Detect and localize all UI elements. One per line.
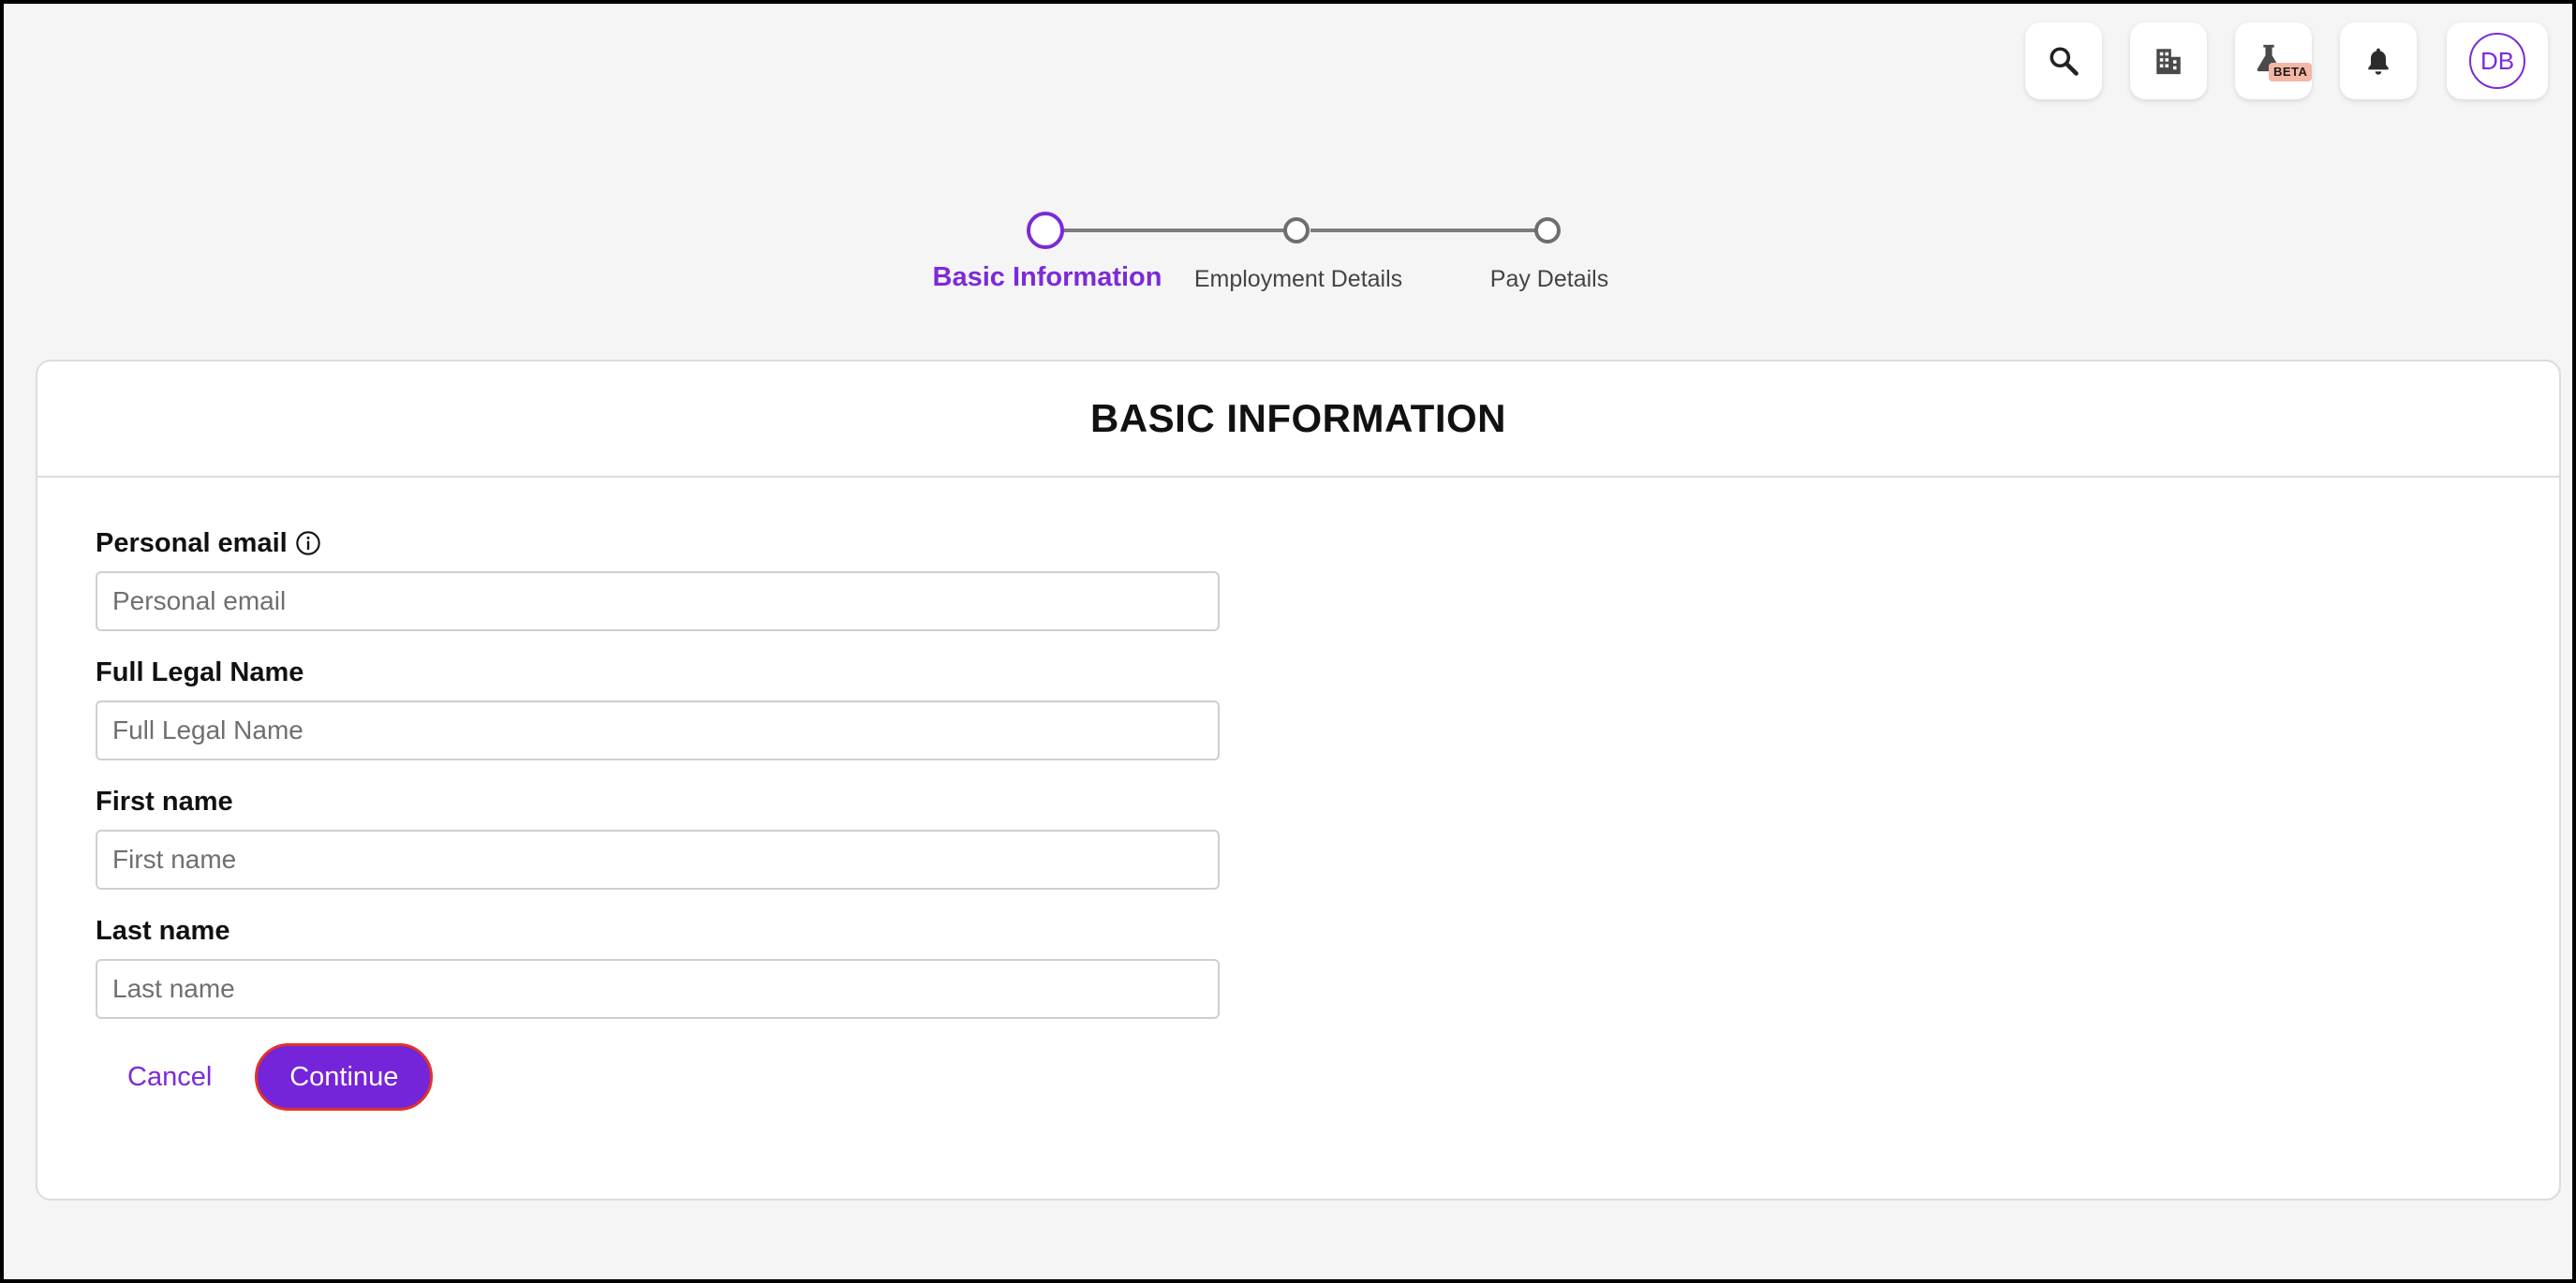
last-name-field-group: Last name (96, 914, 1220, 1019)
company-button[interactable] (2130, 22, 2207, 99)
avatar: DB (2469, 33, 2525, 89)
labs-button[interactable]: BETA (2235, 22, 2313, 99)
last-name-input[interactable] (96, 959, 1220, 1019)
info-icon[interactable] (295, 530, 321, 556)
personal-email-label: Personal email (96, 526, 1220, 560)
personal-email-input[interactable] (96, 571, 1220, 631)
page-title: BASIC INFORMATION (1089, 396, 1507, 440)
card-header: BASIC INFORMATION (37, 361, 2559, 478)
building-icon (2156, 49, 2181, 75)
stepper-connector (1062, 229, 1296, 232)
first-name-input[interactable] (96, 830, 1220, 890)
user-avatar-button[interactable]: DB (2447, 22, 2548, 99)
basic-information-card: BASIC INFORMATION Personal email Persona… (36, 360, 2561, 1201)
bell-icon (2368, 48, 2389, 75)
app-window: BETA DB Basic Information Employment Det… (0, 0, 2576, 1283)
form-actions: Cancel Continue (96, 1043, 2559, 1111)
step-indicator-employment-details[interactable] (1283, 217, 1310, 243)
step-indicator-pay-details[interactable] (1534, 217, 1561, 243)
step-indicator-basic-information[interactable] (1027, 212, 1064, 249)
last-name-label: Last name (96, 916, 230, 946)
full-legal-name-input[interactable] (96, 700, 1220, 760)
search-button[interactable] (2025, 22, 2102, 99)
full-legal-name-label: Full Legal Name (96, 657, 304, 687)
step-label-basic-information[interactable]: Basic Information (933, 260, 1162, 294)
first-name-label: First name (96, 787, 233, 817)
beta-badge: BETA (2269, 63, 2313, 81)
form-body: Personal email Full Legal Name Fir (37, 478, 2559, 1111)
cancel-button[interactable]: Cancel (127, 1062, 212, 1093)
notifications-button[interactable] (2340, 22, 2417, 99)
stepper-connector (1310, 229, 1545, 232)
first-name-field-group: First name (96, 785, 1220, 890)
step-label-employment-details[interactable]: Employment Details (1194, 262, 1402, 296)
search-icon (2050, 47, 2079, 76)
step-label-pay-details[interactable]: Pay Details (1490, 262, 1608, 296)
avatar-initials: DB (2480, 46, 2515, 75)
personal-email-field-group: Personal email (96, 526, 1220, 631)
personal-email-label-text: Personal email (96, 528, 288, 558)
continue-button[interactable]: Continue (255, 1043, 434, 1111)
full-legal-name-field-group: Full Legal Name (96, 656, 1220, 760)
